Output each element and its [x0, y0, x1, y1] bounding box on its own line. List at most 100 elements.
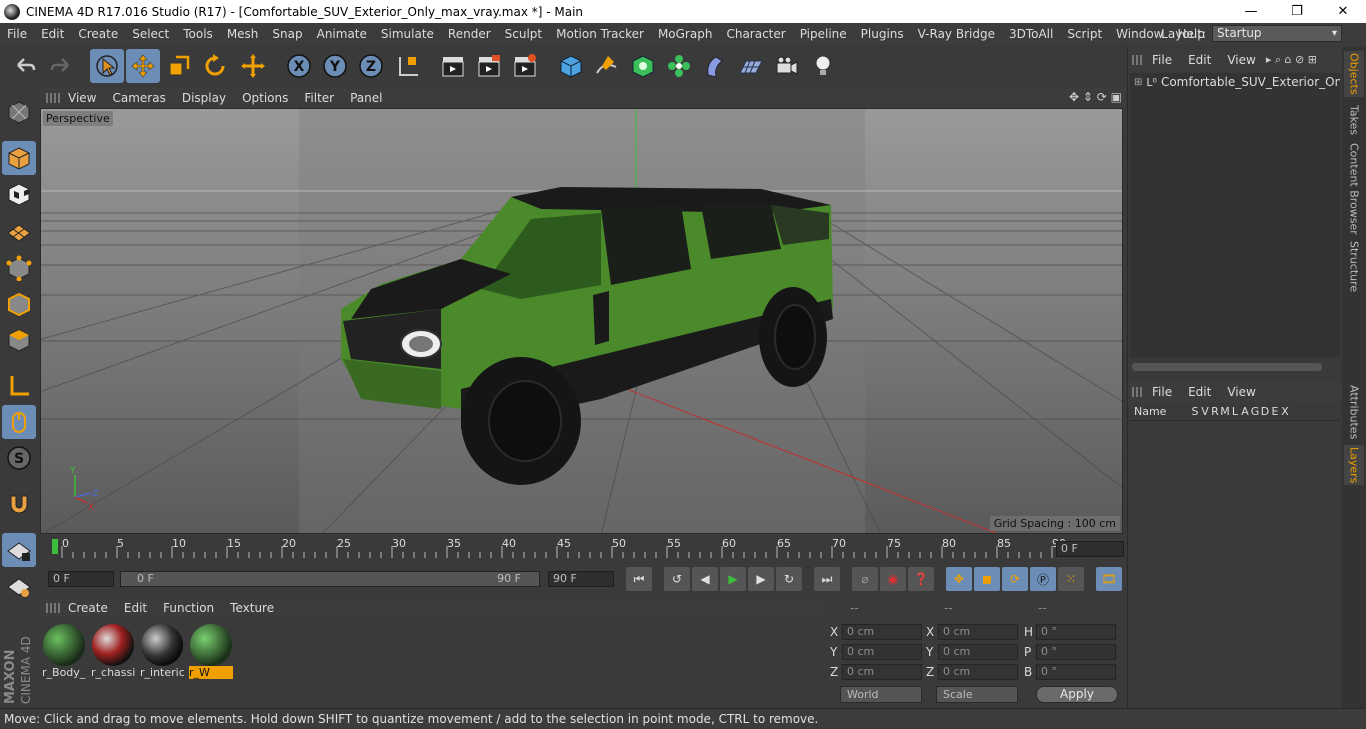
viewport-menu-view[interactable]: View — [60, 91, 104, 105]
position-z-field[interactable]: 0 cm — [842, 664, 922, 680]
cube-object-button[interactable] — [554, 49, 588, 83]
apply-button[interactable]: Apply — [1036, 686, 1118, 703]
layer-column-locked[interactable]: L — [1230, 405, 1240, 418]
light-object-button[interactable] — [806, 49, 840, 83]
snapping-button[interactable] — [2, 487, 36, 521]
go-to-end-button[interactable]: ⏭ — [814, 567, 840, 591]
menu-3dtoall[interactable]: 3DToAll — [1002, 27, 1060, 41]
material-menu-function[interactable]: Function — [155, 601, 222, 615]
scale-dropdown[interactable]: Scale — [936, 686, 1018, 703]
menu-simulate[interactable]: Simulate — [374, 27, 441, 41]
make-editable-button[interactable] — [2, 95, 36, 129]
viewport-menu-cameras[interactable]: Cameras — [104, 91, 173, 105]
x-axis-lock-button[interactable]: X — [282, 49, 316, 83]
layout-dropdown[interactable]: Startup — [1212, 25, 1342, 42]
menu-script[interactable]: Script — [1060, 27, 1109, 41]
solo-mode-button[interactable]: S — [2, 441, 36, 475]
edges-mode-button[interactable] — [2, 287, 36, 321]
rotation-b-field[interactable]: 0 ° — [1036, 664, 1116, 680]
render-view-button[interactable] — [436, 49, 470, 83]
undo-button[interactable] — [8, 49, 42, 83]
coordinate-system-button[interactable] — [392, 49, 426, 83]
material-menu-texture[interactable]: Texture — [222, 601, 282, 615]
menu-animate[interactable]: Animate — [310, 27, 374, 41]
menu-render[interactable]: Render — [441, 27, 498, 41]
record-point-level-button[interactable]: ⁙ — [1058, 567, 1084, 591]
close-icon[interactable]: ✕ — [1320, 0, 1366, 23]
material-menu-create[interactable]: Create — [60, 601, 116, 615]
camera-label[interactable]: Perspective — [43, 111, 113, 126]
polygons-mode-button[interactable] — [2, 323, 36, 357]
menu-create[interactable]: Create — [71, 27, 125, 41]
layer-column-manager[interactable]: M — [1220, 405, 1230, 418]
tab-attributes[interactable]: Attributes — [1344, 383, 1364, 441]
current-frame-field[interactable]: 0 F — [1056, 541, 1124, 557]
timeline-ruler[interactable]: 051015202530354045505560657075808590 0 F — [40, 536, 1126, 564]
menu-pipeline[interactable]: Pipeline — [793, 27, 854, 41]
render-to-picture-viewer-button[interactable] — [472, 49, 506, 83]
layer-column-generators[interactable]: G — [1250, 405, 1260, 418]
expand-icon[interactable]: ⊞ — [1134, 77, 1142, 88]
material-menu-edit[interactable]: Edit — [116, 601, 155, 615]
menu-character[interactable]: Character — [719, 27, 792, 41]
menu-sculpt[interactable]: Sculpt — [498, 27, 549, 41]
menu-snap[interactable]: Snap — [265, 27, 309, 41]
start-frame-field[interactable]: 0 F — [48, 571, 114, 587]
layer-column-xrefs[interactable]: X — [1280, 405, 1290, 418]
render-settings-button[interactable] — [508, 49, 542, 83]
tab-layers[interactable]: Layers — [1344, 445, 1364, 485]
previous-frame-button[interactable]: ◀ — [692, 567, 718, 591]
next-key-button[interactable]: ↻ — [776, 567, 802, 591]
model-mode-button[interactable] — [2, 141, 36, 175]
layer-name-column[interactable]: Name — [1130, 405, 1190, 418]
end-frame-field[interactable]: 90 F — [548, 571, 614, 587]
tab-objects[interactable]: Objects — [1344, 51, 1364, 97]
menu-plugins[interactable]: Plugins — [854, 27, 911, 41]
tab-takes[interactable]: Takes — [1344, 101, 1364, 139]
previous-key-button[interactable]: ↺ — [664, 567, 690, 591]
record-rotation-button[interactable]: ⟳ — [1002, 567, 1028, 591]
minimize-icon[interactable]: — — [1228, 0, 1274, 23]
camera-object-button[interactable] — [770, 49, 804, 83]
layers-menu-view[interactable]: View — [1219, 385, 1263, 399]
y-axis-lock-button[interactable]: Y — [318, 49, 352, 83]
z-axis-lock-button[interactable]: Z — [354, 49, 388, 83]
restore-icon[interactable]: ❐ — [1274, 0, 1320, 23]
workplane-lock-button[interactable] — [2, 533, 36, 567]
record-parameter-button[interactable]: Ⓟ — [1030, 567, 1056, 591]
position-x-field[interactable]: 0 cm — [842, 624, 922, 640]
menu-mesh[interactable]: Mesh — [220, 27, 266, 41]
menu-file[interactable]: File — [0, 27, 34, 41]
timeline-window-button[interactable]: 🎞 — [1096, 567, 1122, 591]
record-scale-button[interactable]: ◼ — [974, 567, 1000, 591]
quantize-button[interactable] — [2, 569, 36, 603]
play-forwards-button[interactable]: ▶ — [720, 567, 746, 591]
objects-toolbar-icons[interactable]: ▸ ⌕ ⌂ ⊘ ⊞ — [1266, 53, 1317, 67]
objects-menu-file[interactable]: File — [1144, 53, 1180, 67]
world-dropdown[interactable]: World — [840, 686, 922, 703]
workplane-mode-button[interactable] — [2, 213, 36, 247]
tab-structure[interactable]: Structure — [1344, 239, 1364, 295]
keyframe-selection-button[interactable]: ❓ — [908, 567, 934, 591]
objects-horizontal-scrollbar[interactable] — [1132, 363, 1322, 371]
menu-motion-tracker[interactable]: Motion Tracker — [549, 27, 651, 41]
menu-edit[interactable]: Edit — [34, 27, 71, 41]
size-x-field[interactable]: 0 cm — [938, 624, 1018, 640]
layer-column-expressions[interactable]: E — [1270, 405, 1280, 418]
subdivision-surface-button[interactable] — [626, 49, 660, 83]
move-tool-button[interactable] — [126, 49, 160, 83]
objects-menu-edit[interactable]: Edit — [1180, 53, 1219, 67]
floor-object-button[interactable] — [734, 49, 768, 83]
pen-spline-button[interactable] — [590, 49, 624, 83]
menu-select[interactable]: Select — [125, 27, 176, 41]
frame-range-slider[interactable]: 0 F 90 F — [120, 571, 540, 587]
layers-menu-file[interactable]: File — [1144, 385, 1180, 399]
position-y-field[interactable]: 0 cm — [842, 644, 922, 660]
recent-tools-button[interactable] — [236, 49, 270, 83]
material-swatch[interactable]: r_interic — [140, 622, 184, 679]
layer-column-render[interactable]: R — [1210, 405, 1220, 418]
autokeying-button[interactable]: ◉ — [880, 567, 906, 591]
layer-column-solo[interactable]: S — [1190, 405, 1200, 418]
menu-mograph[interactable]: MoGraph — [651, 27, 720, 41]
points-mode-button[interactable] — [2, 251, 36, 285]
